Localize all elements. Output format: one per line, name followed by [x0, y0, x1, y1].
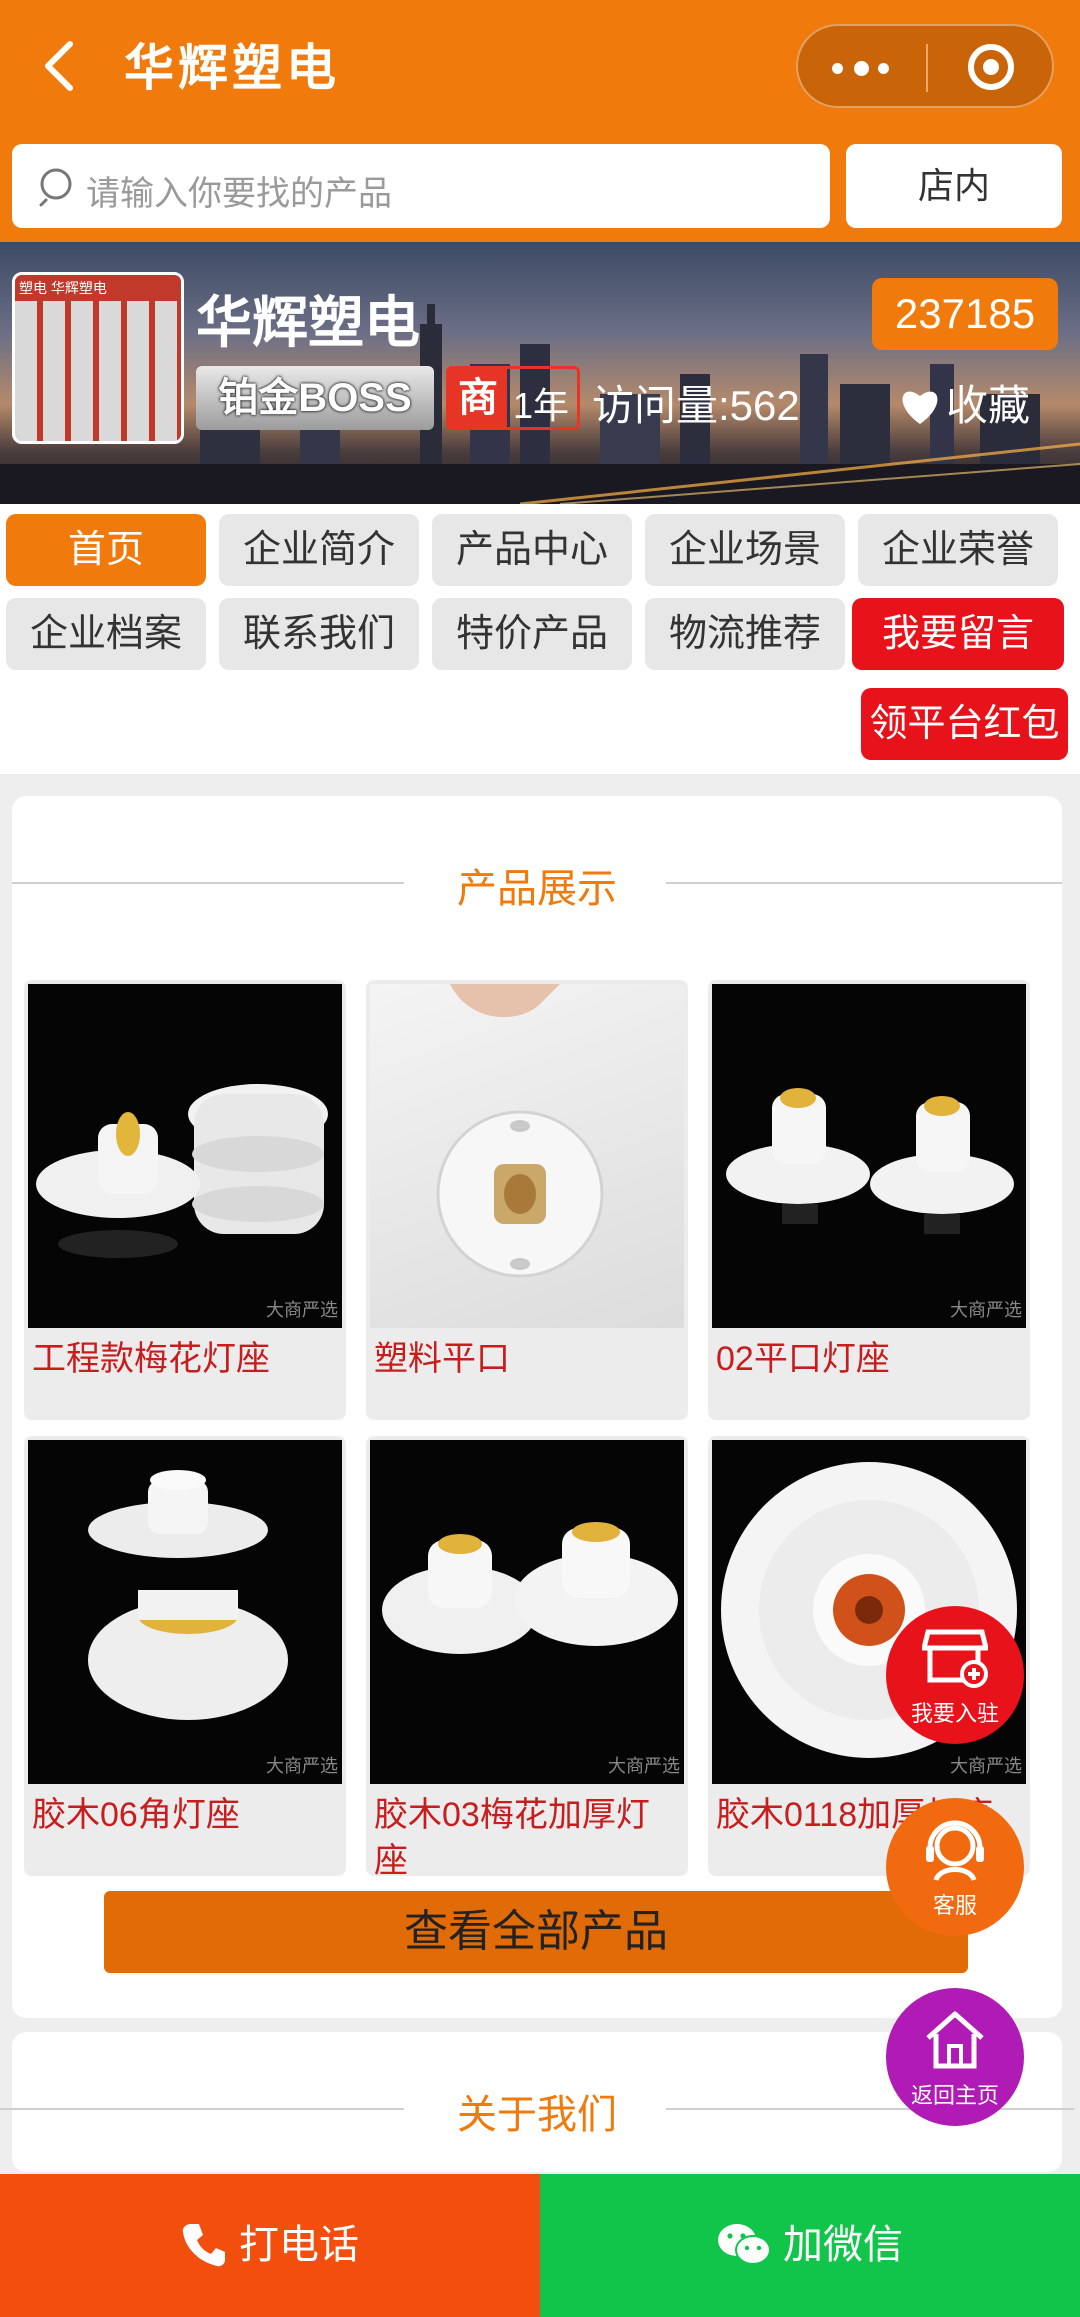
nav-leave-message[interactable]: 我要留言 — [852, 598, 1064, 670]
wechat-label: 加微信 — [783, 2223, 903, 2267]
merchant-badge: 商 — [449, 369, 507, 427]
search-input[interactable]: 请输入你要找的产品 — [12, 144, 830, 228]
product-image: 大商严选 — [28, 1440, 342, 1784]
nav-special-products[interactable]: 特价产品 — [432, 598, 632, 670]
shop-logo: 塑电 华辉塑电 — [12, 272, 184, 444]
product-image: 大商严选 — [28, 984, 342, 1328]
nav-company-archive[interactable]: 企业档案 — [6, 598, 206, 670]
watermark: 大商严选 — [950, 1756, 1022, 1776]
nav-contact-us[interactable]: 联系我们 — [219, 598, 419, 670]
merchant-years-badge: 商 1年 — [446, 366, 580, 430]
section-title-text: 产品展示 — [457, 867, 617, 911]
customer-service-label: 客服 — [932, 1893, 977, 1918]
nav-company-honor[interactable]: 企业荣誉 — [858, 514, 1058, 586]
product-card[interactable]: 大商严选 胶木03梅花加厚灯座 — [366, 1436, 688, 1876]
product-name: 胶木03梅花加厚灯座 — [374, 1796, 650, 1876]
nav-company-intro[interactable]: 企业简介 — [219, 514, 419, 586]
wechat-button[interactable]: 加微信 — [540, 2174, 1080, 2317]
merchant-years: 1年 — [513, 385, 570, 426]
call-label: 打电话 — [239, 2223, 359, 2267]
top-bar: 华辉塑电 — [0, 0, 1080, 130]
watermark: 大商严选 — [266, 1756, 338, 1776]
product-image: 大商严选 — [370, 1440, 684, 1784]
join-floating-button[interactable]: 我要入驻 — [886, 1606, 1024, 1744]
product-name: 塑料平口 — [374, 1340, 510, 1378]
back-arrow-icon[interactable] — [40, 38, 80, 94]
customer-service-button[interactable]: 客服 — [886, 1798, 1024, 1936]
red-packet-button[interactable]: 领平台红包 — [861, 688, 1068, 760]
shop-logo-text: 塑电 华辉塑电 — [15, 275, 181, 301]
search-bar: 请输入你要找的产品 店内 — [0, 130, 1080, 242]
back-home-label: 返回主页 — [910, 2083, 999, 2108]
product-card[interactable]: 塑料平口 — [366, 980, 688, 1420]
join-label: 我要入驻 — [910, 1701, 999, 1726]
search-placeholder: 请输入你要找的产品 — [86, 175, 392, 213]
products-section-title: 产品展示 — [12, 856, 1062, 911]
watermark: 大商严选 — [608, 1756, 680, 1776]
bottom-action-bar: 打电话 加微信 — [0, 2174, 1080, 2317]
store-add-icon — [922, 1629, 988, 1688]
watermark: 大商严选 — [266, 1300, 338, 1320]
search-icon — [39, 168, 72, 207]
mini-program-capsule — [796, 24, 1054, 108]
product-card[interactable]: 大商严选 工程款梅花灯座 — [24, 980, 346, 1420]
back-home-button[interactable]: 返回主页 — [886, 1988, 1024, 2126]
product-name: 胶木06角灯座 — [32, 1796, 240, 1834]
capsule-divider — [926, 44, 928, 92]
shop-banner: 塑电 华辉塑电 华辉塑电 237185 铂金BOSS 商 1年 访问量:562 … — [0, 242, 1080, 504]
phone-icon — [182, 2224, 225, 2267]
close-target-icon[interactable] — [968, 44, 1014, 90]
product-name: 工程款梅花灯座 — [32, 1340, 270, 1378]
app-title: 华辉塑电 — [124, 40, 340, 96]
product-image — [370, 984, 684, 1328]
shop-number-badge[interactable]: 237185 — [872, 278, 1058, 350]
nav-product-center[interactable]: 产品中心 — [432, 514, 632, 586]
product-card[interactable]: 大商严选 02平口灯座 — [708, 980, 1030, 1420]
favorite-button[interactable]: 收藏 — [898, 372, 1030, 433]
platinum-boss-badge: 铂金BOSS — [196, 366, 434, 430]
heart-icon — [902, 391, 938, 424]
nav-company-scene[interactable]: 企业场景 — [645, 514, 845, 586]
visit-count: 访问量:562 — [592, 382, 800, 429]
nav-logistics[interactable]: 物流推荐 — [645, 598, 845, 670]
view-all-products-button[interactable]: 查看全部产品 — [104, 1891, 968, 1973]
favorite-label: 收藏 — [946, 382, 1031, 429]
shop-nav: 首页 企业简介 产品中心 企业场景 企业荣誉 企业档案 联系我们 特价产品 物流… — [0, 504, 1080, 774]
nav-home[interactable]: 首页 — [6, 514, 206, 586]
more-icon[interactable] — [832, 58, 892, 78]
headset-icon — [926, 1820, 984, 1882]
home-icon — [926, 2011, 984, 2069]
product-image: 大商严选 — [712, 984, 1026, 1328]
wechat-icon — [718, 2224, 771, 2265]
in-store-search-button[interactable]: 店内 — [846, 144, 1062, 228]
product-name: 02平口灯座 — [716, 1340, 890, 1378]
watermark: 大商严选 — [950, 1300, 1022, 1320]
shop-name: 华辉塑电 — [196, 291, 420, 354]
product-card[interactable]: 大商严选 胶木06角灯座 — [24, 1436, 346, 1876]
call-button[interactable]: 打电话 — [0, 2174, 540, 2317]
